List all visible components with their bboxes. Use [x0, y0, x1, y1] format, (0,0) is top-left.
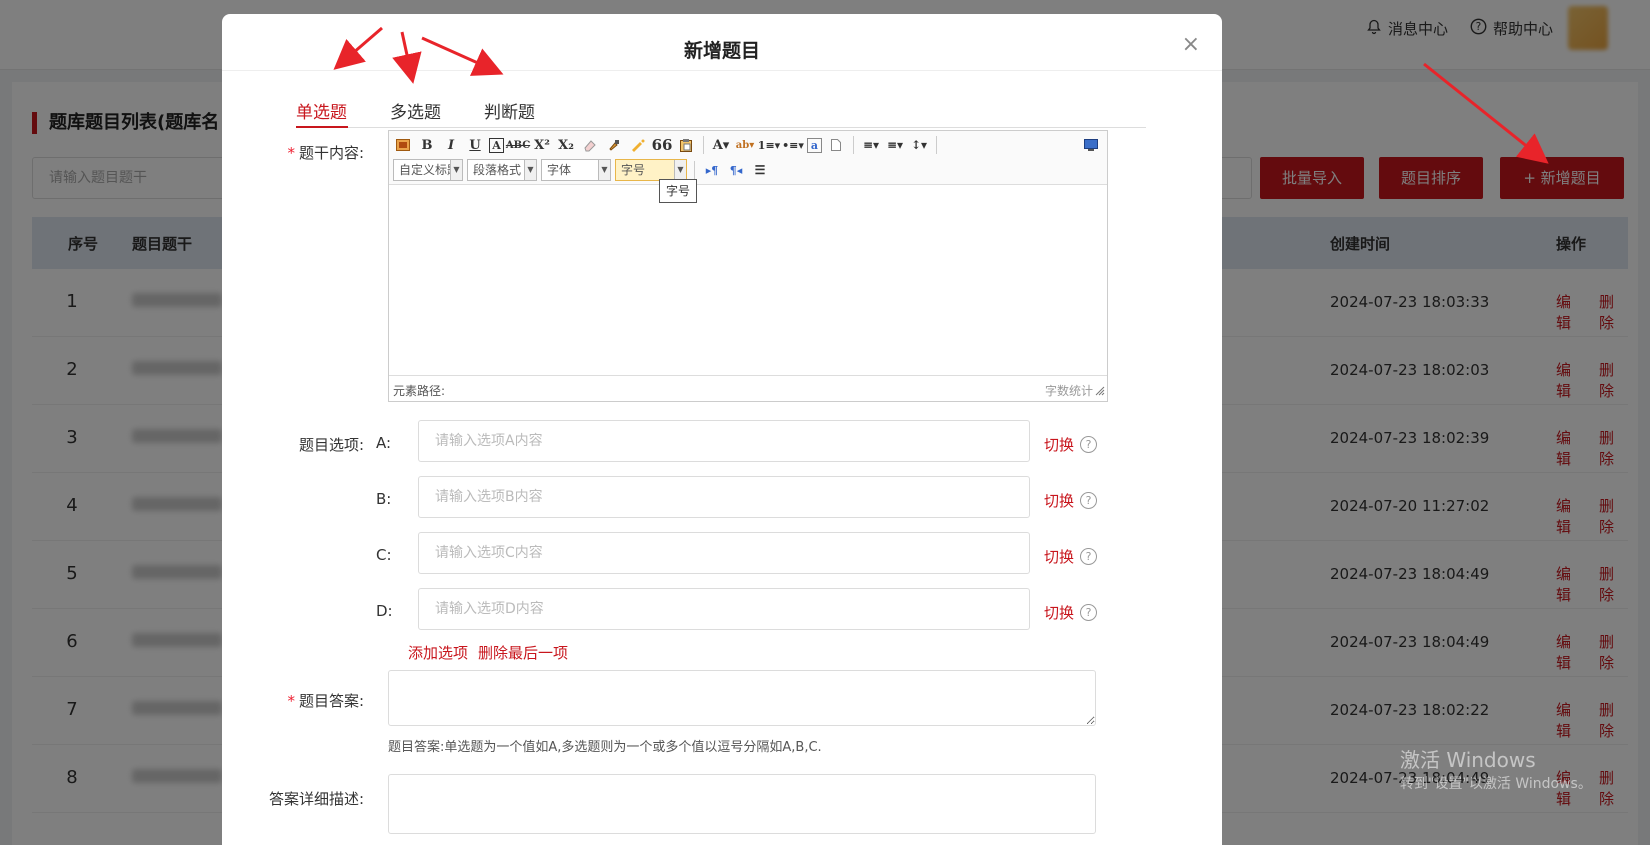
superscript-icon[interactable]: X²	[532, 135, 552, 155]
indent-icon[interactable]: ☰	[750, 160, 770, 180]
editor-statusbar: 元素路径: 字数统计	[389, 375, 1107, 401]
tab-multiple-choice[interactable]: 多选题	[390, 98, 441, 123]
rich-text-editor: B I U A ABC X² X₂ 66 A▾ ab▾ 1≡▾ •≡▾ a ≡▾…	[388, 130, 1108, 402]
font-family-select[interactable]: 字体 ▼	[541, 159, 611, 181]
image-icon[interactable]	[393, 135, 413, 155]
element-path-label: 元素路径:	[393, 384, 446, 398]
background-color-icon[interactable]: ab▾	[735, 135, 755, 155]
toolbar-separator	[703, 136, 704, 154]
answer-description-label: 答案详细描述:	[268, 790, 364, 808]
help-icon[interactable]: ?	[1080, 604, 1098, 621]
page-break-icon[interactable]	[826, 135, 846, 155]
dropdown-arrow-icon: ▼	[524, 160, 536, 180]
dropdown-arrow-icon: ▼	[598, 160, 610, 180]
switch-label: 切换	[1044, 436, 1075, 454]
switch-label: 切换	[1044, 492, 1075, 510]
word-count-label: 字数统计	[1044, 384, 1093, 398]
ltr-direction-icon[interactable]: ▸¶	[702, 160, 722, 180]
close-icon[interactable]: ×	[1182, 32, 1200, 57]
tab-true-false[interactable]: 判断题	[484, 98, 535, 123]
italic-icon[interactable]: I	[441, 135, 461, 155]
answer-label-text: 题目答案:	[298, 692, 364, 710]
switch-option-d[interactable]: 切换?	[1044, 602, 1098, 623]
anchor-icon[interactable]: a	[807, 137, 822, 153]
required-mark: *	[287, 692, 295, 710]
switch-option-c[interactable]: 切换?	[1044, 546, 1098, 567]
dropdown-arrow-icon: ▼	[674, 160, 686, 180]
add-option-link[interactable]: 添加选项	[408, 642, 468, 663]
toolbar-separator	[694, 161, 695, 179]
ordered-list-icon[interactable]: 1≡▾	[758, 135, 780, 155]
subscript-icon[interactable]: X₂	[556, 135, 576, 155]
dropdown-arrow-icon: ▼	[450, 160, 462, 180]
option-a-input[interactable]	[418, 420, 1030, 462]
rtl-direction-icon[interactable]: ¶◂	[726, 160, 746, 180]
paragraph-format-select[interactable]: 段落格式 ▼	[467, 159, 537, 181]
option-c-input[interactable]	[418, 532, 1030, 574]
editor-content-area[interactable]	[389, 185, 1107, 375]
custom-heading-select[interactable]: 自定义标题 ▼	[393, 159, 463, 181]
eraser-icon[interactable]	[580, 135, 600, 155]
font-color-icon[interactable]: A▾	[711, 135, 731, 155]
option-letter: D:	[376, 602, 393, 620]
answer-description-input[interactable]	[388, 774, 1096, 834]
toolbar-separator	[936, 136, 937, 154]
option-b-input[interactable]	[418, 476, 1030, 518]
stem-label-text: 题干内容:	[298, 144, 364, 162]
remove-last-option-link[interactable]: 删除最后一项	[478, 642, 568, 663]
option-letter: B:	[376, 490, 392, 508]
options-label: 题目选项:	[298, 436, 364, 454]
header-divider	[222, 70, 1222, 71]
resize-handle-icon[interactable]	[1095, 385, 1105, 399]
answer-textarea[interactable]	[388, 670, 1096, 726]
watermark-line1: 激活 Windows	[1400, 748, 1536, 772]
help-icon[interactable]: ?	[1080, 548, 1098, 565]
switch-option-a[interactable]: 切换?	[1044, 434, 1098, 455]
blockquote-icon[interactable]: 66	[652, 135, 673, 155]
row-spacing-bottom-icon[interactable]: ≡▾	[885, 135, 905, 155]
stem-label: * 题干内容:	[244, 142, 364, 163]
font-size-tooltip: 字号	[659, 179, 698, 203]
answer-label: * 题目答案:	[244, 690, 364, 711]
paragraph-format-value: 段落格式	[473, 163, 522, 177]
windows-activation-watermark: 激活 Windows 转到"设置"以激活 Windows。	[1400, 748, 1592, 796]
required-mark: *	[287, 144, 295, 162]
watermark-line2: 转到"设置"以激活 Windows。	[1400, 776, 1592, 792]
tab-single-choice[interactable]: 单选题	[296, 98, 347, 123]
row-spacing-top-icon[interactable]: ≡▾	[861, 135, 881, 155]
option-d-input[interactable]	[418, 588, 1030, 630]
autotypeset-icon[interactable]	[628, 135, 648, 155]
font-size-select[interactable]: 字号 ▼	[615, 159, 687, 181]
switch-label: 切换	[1044, 548, 1075, 566]
paste-text-icon[interactable]	[676, 135, 696, 155]
help-icon[interactable]: ?	[1080, 492, 1098, 509]
font-border-icon[interactable]: A	[489, 137, 504, 153]
line-height-icon[interactable]: ↕▾	[909, 135, 929, 155]
question-type-tabs: 单选题 多选题 判断题	[296, 84, 1146, 128]
option-letter: A:	[376, 434, 392, 452]
editor-toolbar: B I U A ABC X² X₂ 66 A▾ ab▾ 1≡▾ •≡▾ a ≡▾…	[389, 131, 1107, 185]
active-tab-indicator	[296, 126, 348, 128]
option-letter: C:	[376, 546, 392, 564]
font-size-value: 字号	[621, 163, 646, 177]
unordered-list-icon[interactable]: •≡▾	[782, 135, 804, 155]
switch-option-b[interactable]: 切换?	[1044, 490, 1098, 511]
toolbar-separator	[853, 136, 854, 154]
add-question-dialog: 新增题目 × 单选题 多选题 判断题 * 题干内容: B I U A ABC X²…	[222, 14, 1222, 845]
bold-icon[interactable]: B	[417, 135, 437, 155]
format-brush-icon[interactable]	[604, 135, 624, 155]
dialog-title: 新增题目	[683, 40, 760, 62]
switch-label: 切换	[1044, 604, 1075, 622]
help-icon[interactable]: ?	[1080, 436, 1098, 453]
answer-hint: 题目答案:单选题为一个值如A,多选题则为一个或多个值以逗号分隔如A,B,C.	[388, 740, 822, 755]
font-family-value: 字体	[547, 163, 572, 177]
preview-icon[interactable]	[1081, 135, 1101, 155]
underline-icon[interactable]: U	[465, 135, 485, 155]
strikethrough-icon[interactable]: ABC	[506, 135, 530, 155]
